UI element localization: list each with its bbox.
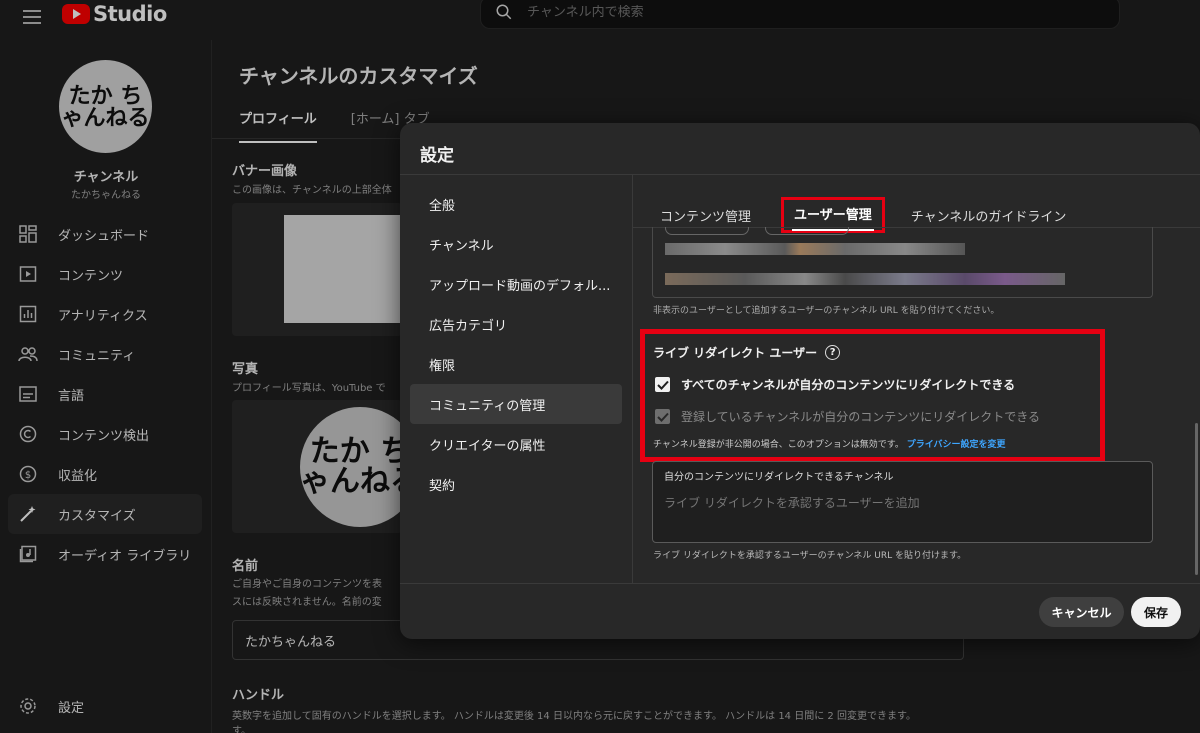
dialog-nav-divider xyxy=(632,175,633,583)
save-button[interactable]: 保存 xyxy=(1131,597,1181,627)
blurred-user xyxy=(665,243,965,255)
settings-nav-ad-category[interactable]: 広告カテゴリ xyxy=(410,304,622,344)
cancel-button[interactable]: キャンセル xyxy=(1039,597,1124,627)
hidden-users-note: 非表示のユーザーとして追加するユーザーのチャンネル URL を貼り付けてください… xyxy=(653,306,1000,316)
settings-nav-community[interactable]: コミュニティの管理 xyxy=(410,384,622,424)
approved-channels-note: ライブ リダイレクトを承認するユーザーのチャンネル URL を貼り付けます。 xyxy=(653,551,967,561)
help-icon[interactable]: ? xyxy=(825,345,841,360)
settings-nav-general[interactable]: 全般 xyxy=(410,184,622,224)
user-chip xyxy=(765,227,849,235)
settings-nav-agreements[interactable]: 契約 xyxy=(410,464,622,504)
user-chip xyxy=(665,227,749,235)
checkbox-checked[interactable] xyxy=(655,377,670,392)
live-redirect-note: チャンネル登録が非公開の場合、このオプションは無効です。 プライバシー設定を変更 xyxy=(653,437,1006,450)
blurred-user xyxy=(665,273,1065,285)
approved-channels-input[interactable] xyxy=(664,496,1134,510)
tab-channel-guidelines[interactable]: チャンネルのガイドライン xyxy=(911,206,1067,225)
tab-content-management[interactable]: コンテンツ管理 xyxy=(660,206,751,225)
dialog-footer-divider xyxy=(400,583,1200,584)
hidden-users-field[interactable] xyxy=(652,227,1153,298)
settings-nav-creator-attributes[interactable]: クリエイターの属性 xyxy=(410,424,622,464)
option-all-channels[interactable]: すべてのチャンネルが自分のコンテンツにリダイレクトできる xyxy=(655,376,1015,393)
note-text: チャンネル登録が非公開の場合、このオプションは無効です。 xyxy=(653,440,904,450)
settings-nav-upload-defaults[interactable]: アップロード動画のデフォル... xyxy=(410,264,622,304)
live-redirect-title: ライブ リダイレクト ユーザー xyxy=(653,346,818,360)
settings-nav-channel[interactable]: チャンネル xyxy=(410,224,622,264)
dialog-title: 設定 xyxy=(420,146,454,166)
settings-dialog: 設定 全般 チャンネル アップロード動画のデフォル... 広告カテゴリ 権限 コ… xyxy=(400,123,1200,639)
scrollbar[interactable] xyxy=(1195,423,1198,575)
dialog-header-divider xyxy=(400,174,1200,175)
settings-nav-permissions[interactable]: 権限 xyxy=(410,344,622,384)
option-subscribed-channels: 登録しているチャンネルが自分のコンテンツにリダイレクトできる xyxy=(655,408,1040,425)
privacy-settings-link[interactable]: プライバシー設定を変更 xyxy=(907,440,1006,450)
checkbox-disabled xyxy=(655,409,670,424)
settings-nav: 全般 チャンネル アップロード動画のデフォル... 広告カテゴリ 権限 コミュニ… xyxy=(410,184,622,504)
live-redirect-heading: ライブ リダイレクト ユーザー ? xyxy=(653,344,841,361)
option-subscribed-label: 登録しているチャンネルが自分のコンテンツにリダイレクトできる xyxy=(681,410,1041,424)
approved-channels-field[interactable]: 自分のコンテンツにリダイレクトできるチャンネル xyxy=(652,461,1153,543)
approved-channels-title: 自分のコンテンツにリダイレクトできるチャンネル xyxy=(664,472,894,483)
option-all-label: すべてのチャンネルが自分のコンテンツにリダイレクトできる xyxy=(681,378,1016,392)
